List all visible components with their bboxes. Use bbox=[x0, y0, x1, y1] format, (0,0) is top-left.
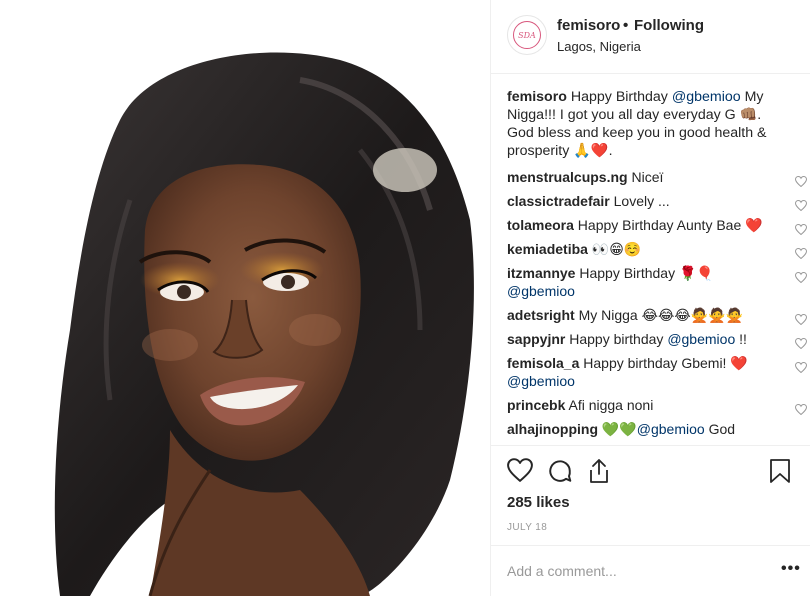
add-comment-bar: ••• bbox=[491, 545, 810, 596]
comment-like-icon[interactable] bbox=[794, 173, 808, 191]
list-item: kemiadetiba 👀😁☺️ bbox=[507, 240, 808, 260]
speech-bubble-icon[interactable] bbox=[547, 458, 573, 489]
location-link[interactable]: Lagos, Nigeria bbox=[557, 39, 641, 54]
likes-count[interactable]: 285 likes bbox=[507, 494, 570, 511]
comment-text: Happy birthday Gbemi! ❤️ bbox=[579, 355, 748, 371]
post-date: JULY 18 bbox=[507, 522, 548, 533]
comment-text-after: !! bbox=[735, 331, 747, 347]
comment-mention[interactable]: @gbemioo bbox=[507, 373, 575, 389]
more-options-button[interactable]: ••• bbox=[781, 560, 801, 578]
comment-username[interactable]: alhajinopping bbox=[507, 421, 598, 437]
list-item: classictradefair Lovely ... bbox=[507, 192, 808, 212]
comment-text: Happy Birthday Aunty Bae ❤️ bbox=[573, 217, 763, 233]
comment-like-icon[interactable] bbox=[794, 359, 808, 377]
comment-input[interactable] bbox=[507, 560, 757, 582]
avatar-logo: SDA bbox=[513, 21, 541, 49]
comment-text-after: God bbox=[704, 421, 736, 437]
caption-mention[interactable]: @gbemioo bbox=[672, 89, 741, 105]
comment-text: Lovely ... bbox=[609, 193, 670, 209]
comment-like-icon[interactable] bbox=[794, 311, 808, 329]
instagram-post: SDA femisoro • Following Lagos, Nigeria … bbox=[0, 0, 810, 596]
comment-text: Happy birthday bbox=[565, 331, 668, 347]
list-item: tolameora Happy Birthday Aunty Bae ❤️ bbox=[507, 216, 808, 236]
bookmark-icon[interactable] bbox=[769, 458, 791, 489]
post-side-panel: SDA femisoro • Following Lagos, Nigeria … bbox=[490, 0, 810, 596]
list-item: adetsright My Nigga 😂😂😂🙅🙅🙅 bbox=[507, 306, 808, 326]
comment-text: My Nigga 😂😂😂🙅🙅🙅 bbox=[574, 307, 743, 323]
caption-username[interactable]: femisoro bbox=[507, 89, 567, 105]
comment-text: 💚💚 bbox=[598, 421, 637, 437]
comment-username[interactable]: adetsright bbox=[507, 307, 575, 323]
heart-outline-icon[interactable] bbox=[507, 458, 533, 487]
share-upload-icon[interactable] bbox=[587, 458, 611, 489]
comment-text: 👀😁☺️ bbox=[587, 241, 642, 257]
comment-like-icon[interactable] bbox=[794, 335, 808, 353]
list-item: princebk Afi nigga noni bbox=[507, 396, 808, 416]
comment-username[interactable]: kemiadetiba bbox=[507, 241, 588, 257]
action-bar bbox=[491, 445, 810, 495]
comment-like-icon[interactable] bbox=[794, 221, 808, 239]
comment-username[interactable]: menstrualcups.ng bbox=[507, 169, 628, 185]
list-item: alhajinopping 💚💚@gbemioo God bbox=[507, 420, 797, 438]
comment-username[interactable]: itzmannye bbox=[507, 265, 575, 281]
following-button[interactable]: Following bbox=[634, 17, 704, 34]
comment-text: Happy Birthday 🌹🎈 bbox=[575, 265, 714, 281]
comment-like-icon[interactable] bbox=[794, 401, 808, 419]
comment-username[interactable]: classictradefair bbox=[507, 193, 610, 209]
post-photo[interactable] bbox=[0, 0, 490, 596]
comment-text: Niceї bbox=[627, 169, 664, 185]
comment-username[interactable]: princebk bbox=[507, 397, 565, 413]
comment-like-icon[interactable] bbox=[794, 245, 808, 263]
comment-mention[interactable]: @gbemioo bbox=[667, 331, 735, 347]
comment-like-icon[interactable] bbox=[794, 197, 808, 215]
list-item: femisola_a Happy birthday Gbemi! ❤️ @gbe… bbox=[507, 354, 808, 390]
list-item: sappyjnr Happy birthday @gbemioo !! bbox=[507, 330, 808, 350]
comment-like-icon[interactable] bbox=[794, 269, 808, 287]
list-item: menstrualcups.ng Niceї bbox=[507, 168, 808, 188]
header-separator: • bbox=[623, 17, 629, 34]
comment-text: Afi nigga noni bbox=[565, 397, 654, 413]
avatar[interactable]: SDA bbox=[507, 15, 547, 55]
header-username[interactable]: femisoro bbox=[557, 17, 620, 34]
comment-mention[interactable]: @gbemioo bbox=[637, 421, 705, 437]
comment-username[interactable]: tolameora bbox=[507, 217, 574, 233]
comment-username[interactable]: femisola_a bbox=[507, 355, 579, 371]
caption-text: Happy Birthday bbox=[566, 89, 672, 105]
portrait-image bbox=[0, 0, 490, 596]
post-header: SDA femisoro • Following Lagos, Nigeria bbox=[491, 0, 810, 74]
comment-username[interactable]: sappyjnr bbox=[507, 331, 565, 347]
comments-list[interactable]: femisoro Happy Birthday @gbemioo My Nigg… bbox=[491, 75, 810, 445]
caption: femisoro Happy Birthday @gbemioo My Nigg… bbox=[507, 88, 777, 160]
comment-mention[interactable]: @gbemioo bbox=[507, 283, 575, 299]
list-item: itzmannye Happy Birthday 🌹🎈 @gbemioo bbox=[507, 264, 808, 300]
